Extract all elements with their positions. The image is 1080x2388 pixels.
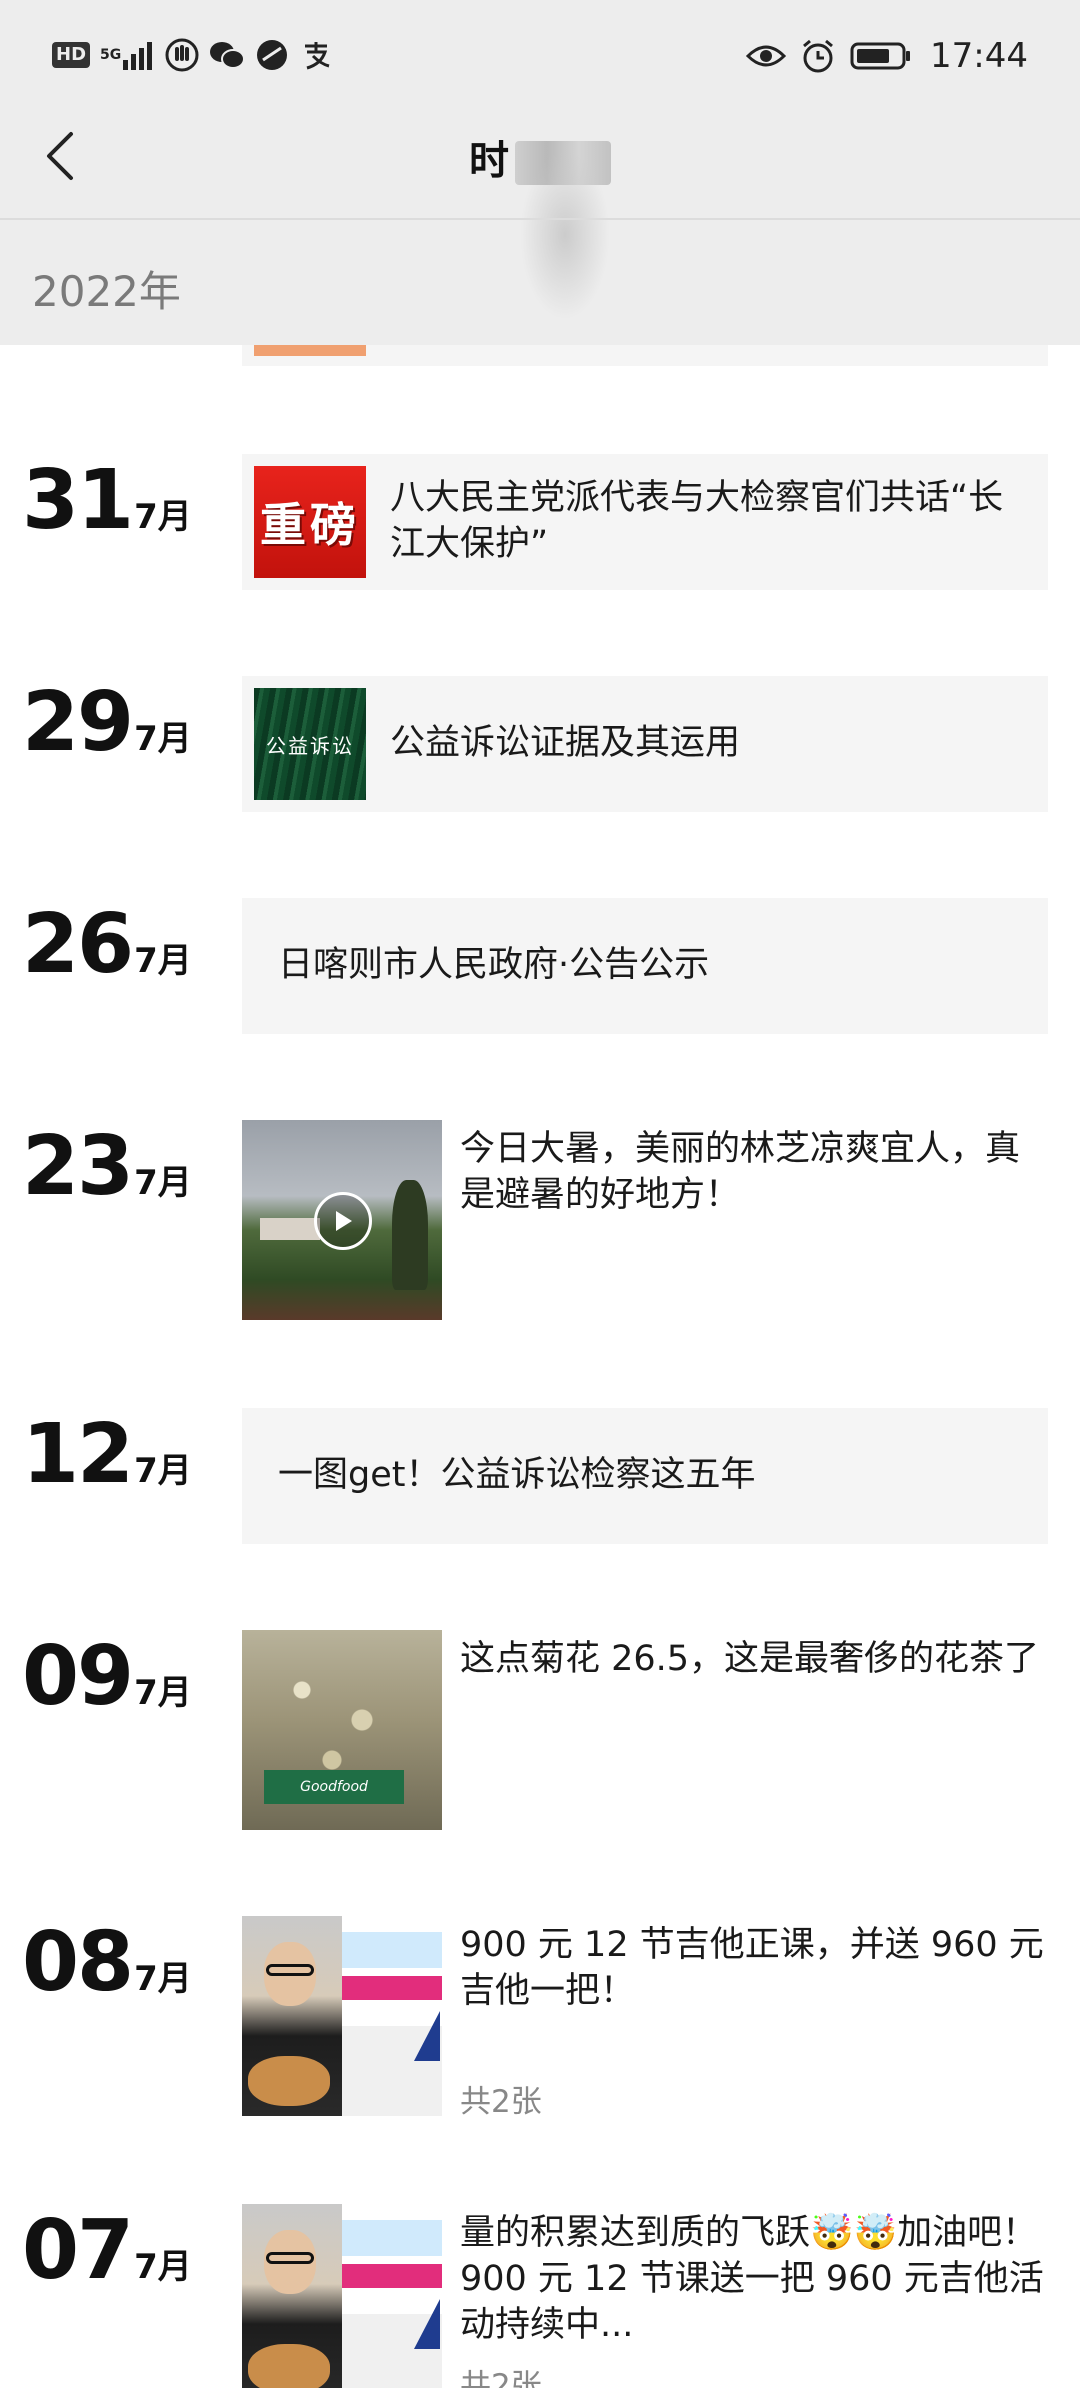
text-post-card[interactable]: 日喀则市人民政府·公告公示 [242,898,1048,1034]
article-thumbnail: 重磅 [254,466,366,578]
poster-shape [342,2204,442,2388]
entry-day: 23 [22,1119,134,1214]
header-divider [0,218,1080,220]
alipay-icon [299,38,333,72]
eye-icon [746,42,787,70]
entry-month: 7月 [134,2247,192,2287]
hd-badge: HD [52,42,91,68]
entry-date: 237月 [22,1126,192,1208]
guitar-photo [242,1916,442,2116]
battery-icon [850,41,912,71]
header: HD 5G 17:44 时 2022年 [0,0,1080,345]
entry-date: 267月 [22,904,192,986]
moments-album-page: 317月 重磅 八大民主党派代表与大检察官们共话“长江大保护” 297月 公益诉… [0,0,1080,2388]
status-right: 17:44 [746,36,1028,76]
entry-day: 09 [22,1629,134,1724]
poster-triangle [414,2299,440,2349]
guitar-photo [242,2204,442,2388]
entry-date: 077月 [22,2210,192,2292]
photo-thumbnail[interactable] [242,2204,442,2388]
signal-icon: 5G [100,40,155,70]
poster-triangle [414,2011,440,2061]
chrysanthemum-tea-photo: Goodfood [242,1630,442,1830]
text-post-card[interactable]: 一图get！公益诉讼检察这五年 [242,1408,1048,1544]
entry-day: 26 [22,897,134,992]
guitar-shape [248,2056,330,2106]
battery-svg [850,42,911,70]
photo-thumbnail[interactable] [242,1916,442,2116]
entry-day: 29 [22,675,134,770]
entry-day: 08 [22,1915,134,2010]
article-card[interactable]: 重磅 八大民主党派代表与大检察官们共话“长江大保护” [242,454,1048,590]
entry-month: 7月 [134,1451,192,1491]
glasses-shape [266,2252,314,2264]
page-title-text: 时 [469,138,509,184]
guitar-shape [248,2344,330,2388]
article-card[interactable]: 公益诉讼 公益诉讼证据及其运用 [242,676,1048,812]
house-shape [260,1218,320,1240]
entry-date: 097月 [22,1636,192,1718]
post-text: 一图get！公益诉讼检察这五年 [278,1455,756,1495]
hand-icon [165,38,199,72]
alipay-svg [305,42,330,70]
post-text: 日喀则市人民政府·公告公示 [278,945,710,985]
year-label: 2022年 [32,267,181,316]
tree-shape [392,1180,428,1290]
network-label: 5G [100,47,122,63]
redaction-smudge [520,150,610,320]
landscape-photo [242,1120,442,1320]
play-icon[interactable] [314,1192,372,1250]
timeline: 317月 重磅 八大民主党派代表与大检察官们共话“长江大保护” 297月 公益诉… [0,0,1080,2388]
entry-month: 7月 [134,1959,192,1999]
entry-month: 7月 [134,497,192,537]
thumbnail-text: 重磅 [260,498,360,552]
glasses-shape [266,1964,314,1976]
poster-shape [342,1916,442,2116]
article-title: 公益诉讼证据及其运用 [390,723,741,763]
browser-svg [257,40,288,70]
video-thumbnail[interactable] [242,1120,442,1320]
article-thumbnail: 公益诉讼 [254,688,366,800]
entry-day: 31 [22,453,134,548]
photo-count: 共2张 [460,2368,542,2388]
entry-day: 07 [22,2203,134,2298]
wechat-svg [210,42,246,69]
photo-thumbnail[interactable]: Goodfood [242,1630,442,1830]
status-time: 17:44 [930,36,1028,76]
entry-date: 317月 [22,460,192,542]
browser-icon [255,38,289,72]
post-text[interactable]: 今日大暑，美丽的林芝凉爽宜人，真是避暑的好地方！ [460,1126,1050,1218]
bag-label: Goodfood [264,1770,404,1804]
post-text[interactable]: 900 元 12 节吉他正课，并送 960 元吉他一把！ [460,1922,1050,2014]
wechat-icon [209,40,246,70]
post-text[interactable]: 这点菊花 26.5，这是最奢侈的花茶了 [460,1636,1050,1682]
alarm-svg [803,39,833,73]
thumbnail-text: 公益诉讼 [266,733,354,758]
eye-svg [746,45,787,67]
entry-date: 087月 [22,1922,192,2004]
entry-month: 7月 [134,719,192,759]
hand-svg [165,38,199,72]
entry-date: 127月 [22,1414,192,1496]
entry-month: 7月 [134,941,192,981]
article-title: 八大民主党派代表与大检察官们共话“长江大保护” [390,478,1004,564]
signal-bars [123,42,153,70]
play-triangle [336,1211,352,1231]
alarm-icon [800,38,836,74]
post-text[interactable]: 量的积累达到质的飞跃🤯🤯加油吧！900 元 12 节课送一把 960 元吉他活动… [460,2210,1050,2348]
photo-count: 共2张 [460,2084,542,2120]
entry-date: 297月 [22,682,192,764]
entry-month: 7月 [134,1163,192,1203]
status-left: HD 5G [52,38,333,72]
entry-month: 7月 [134,1673,192,1713]
entry-day: 12 [22,1407,134,1502]
